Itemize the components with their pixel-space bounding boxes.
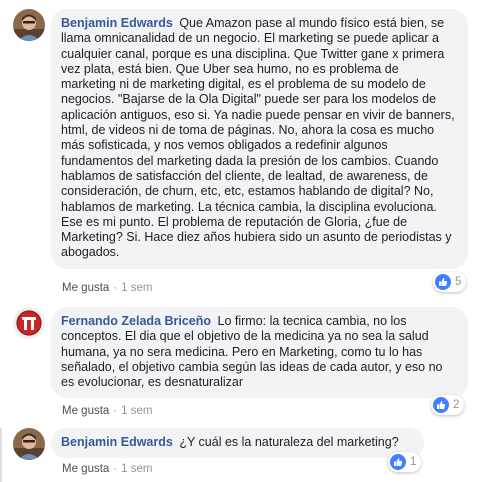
separator-dot: · — [113, 282, 118, 294]
person-avatar-icon — [13, 428, 45, 460]
comment-bubble: Fernando Zelada Briceño Lo firmo: la tec… — [51, 307, 468, 399]
thumbs-up-icon — [433, 397, 449, 413]
comment-author[interactable]: Benjamin Edwards — [61, 435, 173, 449]
comment-author[interactable]: Benjamin Edwards — [61, 16, 173, 30]
reaction-count: 1 — [410, 456, 417, 468]
reply-thread-line — [0, 428, 2, 482]
comment-actions: Me gusta · 1 sem — [62, 405, 152, 417]
comment-bubble: Benjamin Edwards Que Amazon pase al mund… — [51, 9, 468, 269]
comment-actions: Me gusta · 1 sem — [62, 463, 152, 475]
timestamp[interactable]: 1 sem — [121, 282, 152, 294]
reaction-badge[interactable]: 2 — [431, 395, 465, 415]
person-avatar-icon — [13, 9, 45, 41]
reaction-count: 2 — [453, 399, 460, 411]
reaction-badge[interactable]: 5 — [433, 272, 467, 292]
like-link[interactable]: Me gusta — [62, 463, 109, 475]
logo-avatar-icon — [13, 307, 45, 339]
like-link[interactable]: Me gusta — [62, 282, 109, 294]
like-link[interactable]: Me gusta — [62, 405, 109, 417]
timestamp[interactable]: 1 sem — [121, 405, 152, 417]
avatar[interactable] — [13, 307, 45, 339]
separator-dot: · — [113, 463, 118, 475]
reaction-badge[interactable]: 1 — [388, 452, 422, 472]
comment-text: ¿Y cuál es la naturaleza del marketing? — [179, 435, 399, 449]
separator-dot: · — [113, 405, 118, 417]
thumbs-up-icon — [435, 274, 451, 290]
avatar[interactable] — [13, 9, 45, 41]
reaction-count: 5 — [455, 276, 462, 288]
thumbs-up-icon — [390, 454, 406, 470]
comment-bubble: Benjamin Edwards ¿Y cuál es la naturalez… — [51, 428, 424, 458]
comment-author[interactable]: Fernando Zelada Briceño — [61, 314, 211, 328]
avatar[interactable] — [13, 428, 45, 460]
comment-text: Que Amazon pase al mundo físico está bie… — [61, 16, 455, 260]
timestamp[interactable]: 1 sem — [121, 463, 152, 475]
comment-actions: Me gusta · 1 sem — [62, 282, 152, 294]
